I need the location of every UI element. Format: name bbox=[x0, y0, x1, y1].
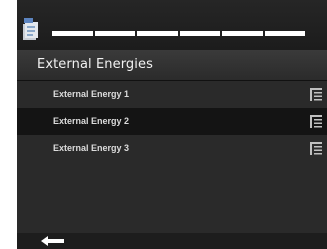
list-item-external-energy-3[interactable]: External Energy 3 bbox=[17, 135, 327, 162]
step-progress-bar bbox=[52, 31, 305, 36]
document-stack-icon bbox=[23, 18, 38, 40]
progress-segment bbox=[52, 31, 93, 36]
list-item-label: External Energy 2 bbox=[53, 116, 130, 126]
list-menu-icon[interactable] bbox=[310, 88, 322, 101]
progress-segment bbox=[94, 31, 135, 36]
progress-segment bbox=[179, 31, 220, 36]
back-arrow-icon[interactable] bbox=[41, 235, 65, 247]
bottom-bar bbox=[17, 233, 327, 249]
list-item-external-energy-1[interactable]: External Energy 1 bbox=[17, 81, 327, 108]
list-menu-icon[interactable] bbox=[310, 115, 322, 128]
progress-segment bbox=[137, 31, 178, 36]
page-title-bar: External Energies bbox=[17, 50, 327, 81]
page-title: External Energies bbox=[37, 57, 153, 72]
list-item-label: External Energy 1 bbox=[53, 89, 130, 99]
device-screen: External Energies External Energy 1 Exte… bbox=[17, 0, 327, 249]
progress-segment bbox=[222, 31, 263, 36]
external-energies-list: External Energy 1 External Energy 2 Exte… bbox=[17, 81, 327, 233]
list-menu-icon[interactable] bbox=[310, 142, 322, 155]
list-item-external-energy-2[interactable]: External Energy 2 bbox=[17, 108, 327, 135]
list-item-label: External Energy 3 bbox=[53, 143, 130, 153]
progress-segment bbox=[264, 31, 305, 36]
top-bar bbox=[17, 0, 327, 50]
